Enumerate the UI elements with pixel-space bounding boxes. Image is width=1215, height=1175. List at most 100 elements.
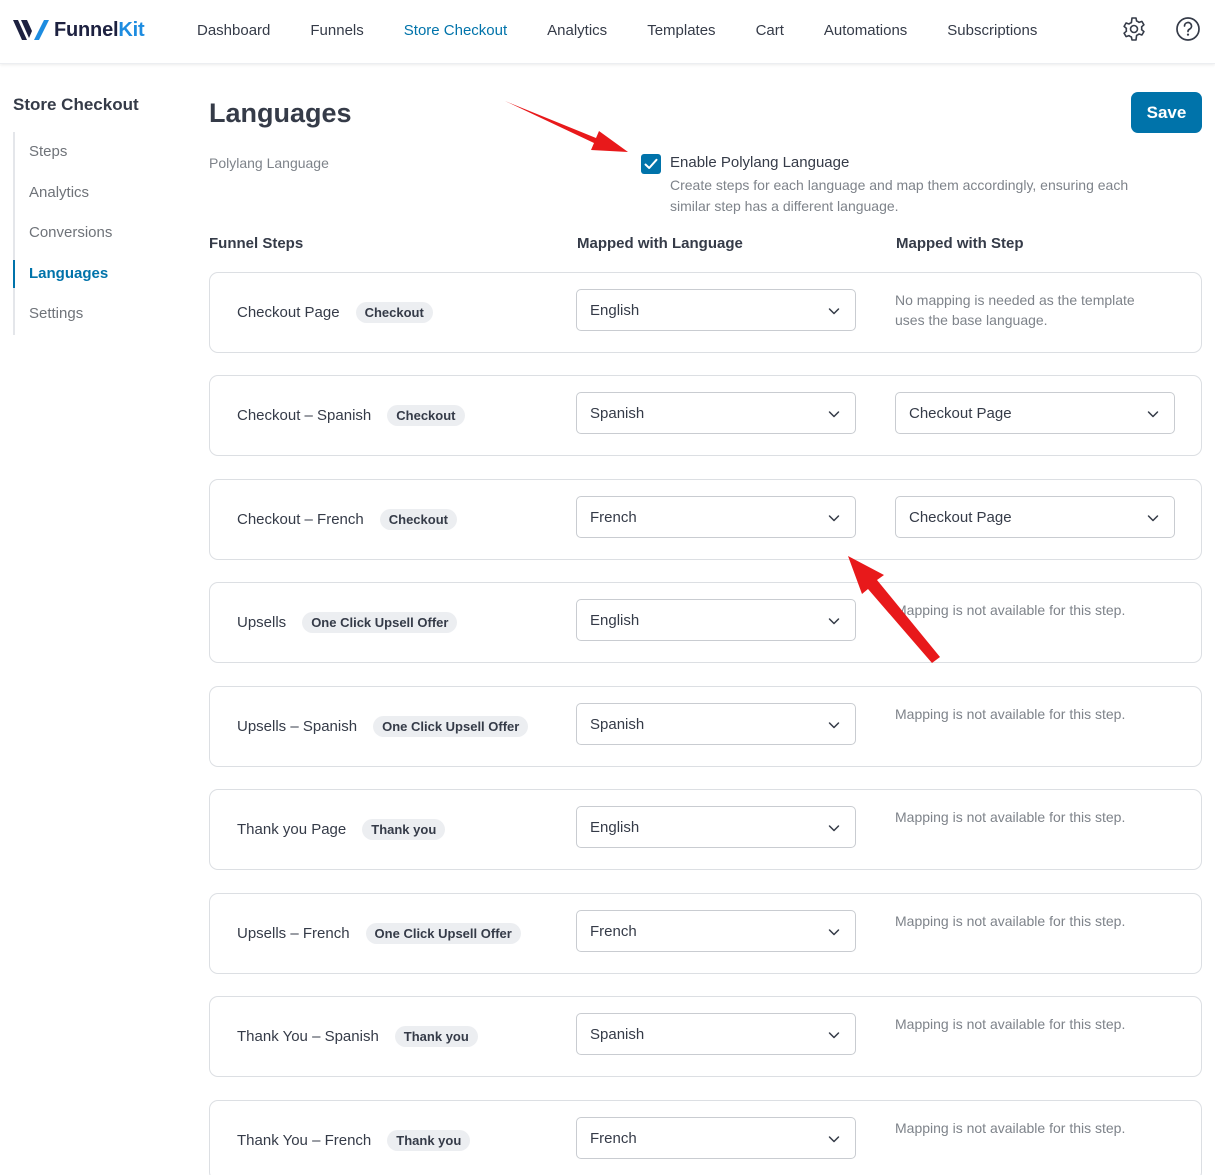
step-name: Checkout Page	[237, 304, 340, 321]
step-type-badge: Checkout	[379, 509, 457, 530]
table-row: Upsells – French One Click Upsell Offer Fr…	[209, 893, 1202, 974]
mapping-note: Mapping is not available for this step.	[895, 809, 1126, 825]
step-name: Upsells	[237, 614, 287, 631]
chevron-down-icon	[828, 308, 840, 315]
language-select[interactable]: Spanish	[576, 1013, 856, 1055]
chevron-down-icon	[828, 722, 840, 729]
step-name-cell: Checkout – French Checkout	[237, 480, 457, 559]
language-select[interactable]: French	[576, 496, 856, 538]
logo-text-kit: Kit	[118, 18, 145, 41]
language-select[interactable]: French	[576, 1117, 856, 1159]
step-name: Upsells – French	[237, 925, 350, 942]
mapping-note: Mapping is not available for this step.	[895, 913, 1126, 929]
step-name: Thank You – French	[237, 1132, 372, 1149]
sidebar-item-languages[interactable]: Languages	[12, 254, 112, 295]
table-row: Thank You – Spanish Thank you Spanish Mappi…	[209, 996, 1202, 1077]
mapping-note: No mapping is needed as the template use…	[895, 292, 1135, 328]
chevron-down-icon	[1147, 411, 1159, 418]
step-type-badge: Thank you	[387, 1130, 471, 1151]
table-row: Thank you Page Thank you English Mapping is…	[209, 789, 1202, 870]
language-select-value: French	[590, 922, 637, 940]
sidebar-title: Store Checkout	[13, 95, 139, 114]
chevron-down-icon	[828, 411, 840, 418]
step-type-badge: Checkout	[387, 405, 465, 426]
sidebar-item-steps[interactable]: Steps	[15, 132, 112, 173]
language-select-value: Spanish	[590, 1025, 645, 1043]
mapping-note: Mapping is not available for this step.	[895, 1120, 1126, 1136]
chevron-down-icon	[1147, 515, 1159, 522]
language-select[interactable]: Spanish	[576, 703, 856, 745]
language-select[interactable]: French	[576, 910, 856, 952]
nav-analytics[interactable]: Analytics	[527, 22, 627, 39]
step-name: Checkout – Spanish	[237, 407, 372, 424]
mapped-step-value: Checkout Page	[909, 508, 1012, 526]
step-name-cell: Checkout – Spanish Checkout	[237, 376, 465, 455]
funnelkit-logo[interactable]: FunnelKit	[12, 14, 145, 46]
table-row: Checkout Page Checkout English No mapping i…	[209, 272, 1202, 353]
language-select-value: English	[590, 611, 640, 629]
nav-dashboard[interactable]: Dashboard	[177, 22, 290, 39]
step-name-cell: Upsells – Spanish One Click Upsell Offer	[237, 687, 529, 766]
step-name: Upsells – Spanish	[237, 718, 358, 735]
language-select-value: English	[590, 818, 640, 836]
checkmark-icon	[644, 158, 658, 169]
mapped-step-select[interactable]: Checkout Page	[895, 496, 1175, 538]
table-row: Upsells One Click Upsell Offer English Mapp…	[209, 582, 1202, 663]
sidebar-item-settings[interactable]: Settings	[15, 294, 112, 335]
language-select[interactable]: English	[576, 599, 856, 641]
language-select[interactable]: Spanish	[576, 392, 856, 434]
top-navigation-bar: FunnelKit Dashboard Funnels Store Checko…	[0, 0, 1215, 64]
column-header-mapped-step: Mapped with Step	[896, 235, 1024, 252]
step-type-badge: One Click Upsell Offer	[373, 716, 529, 737]
language-select-value: English	[590, 301, 640, 319]
polylang-section-label: Polylang Language	[209, 155, 329, 171]
enable-polylang-checkbox[interactable]	[641, 154, 661, 174]
language-select-value: French	[590, 508, 637, 526]
logo-wordmark: FunnelKit	[54, 18, 145, 42]
step-name-cell: Upsells One Click Upsell Offer	[237, 583, 458, 662]
nav-automations[interactable]: Automations	[804, 22, 927, 39]
step-name-cell: Thank You – Spanish Thank you	[237, 997, 478, 1076]
step-type-badge: Thank you	[362, 819, 446, 840]
help-icon[interactable]	[1175, 16, 1201, 42]
table-row: Thank You – French Thank you French Mapping…	[209, 1100, 1202, 1175]
step-type-badge: Thank you	[394, 1026, 478, 1047]
gear-icon[interactable]	[1121, 16, 1147, 42]
language-select-value: Spanish	[590, 715, 645, 733]
page-title: Languages	[209, 98, 352, 128]
step-name-cell: Upsells – French One Click Upsell Offer	[237, 894, 521, 973]
nav-subscriptions[interactable]: Subscriptions	[927, 22, 1057, 39]
table-row: Checkout – Spanish Checkout Spanish Checkou…	[209, 375, 1202, 456]
save-button[interactable]: Save	[1131, 92, 1202, 133]
chevron-down-icon	[828, 825, 840, 832]
chevron-down-icon	[828, 929, 840, 936]
step-name-cell: Checkout Page Checkout	[237, 273, 433, 352]
main-nav: Dashboard Funnels Store Checkout Analyti…	[177, 0, 1057, 60]
language-select-value: French	[590, 1129, 637, 1147]
mapping-note: Mapping is not available for this step.	[895, 706, 1126, 722]
nav-cart[interactable]: Cart	[736, 22, 804, 39]
chevron-down-icon	[828, 1032, 840, 1039]
step-name: Thank You – Spanish	[237, 1028, 379, 1045]
nav-funnels[interactable]: Funnels	[290, 22, 383, 39]
logo-text-funnel: Funnel	[54, 18, 119, 41]
nav-store-checkout[interactable]: Store Checkout	[384, 22, 527, 39]
chevron-down-icon	[828, 618, 840, 625]
sidebar-item-analytics[interactable]: Analytics	[15, 173, 112, 214]
nav-templates[interactable]: Templates	[627, 22, 735, 39]
sidebar-item-conversions[interactable]: Conversions	[15, 213, 112, 254]
column-header-mapped-language: Mapped with Language	[577, 235, 743, 252]
step-name-cell: Thank You – French Thank you	[237, 1101, 471, 1175]
mapped-step-select[interactable]: Checkout Page	[895, 392, 1175, 434]
step-name-cell: Thank you Page Thank you	[237, 790, 446, 869]
enable-polylang-label[interactable]: Enable Polylang Language	[670, 154, 849, 171]
language-select[interactable]: English	[576, 806, 856, 848]
chevron-down-icon	[828, 515, 840, 522]
annotation-arrow-checkbox	[505, 101, 628, 152]
step-type-badge: One Click Upsell Offer	[302, 612, 458, 633]
step-name: Checkout – French	[237, 511, 364, 528]
language-select[interactable]: English	[576, 289, 856, 331]
chevron-down-icon	[828, 1136, 840, 1143]
mapping-note: Mapping is not available for this step.	[895, 602, 1126, 618]
column-header-funnel-steps: Funnel Steps	[209, 235, 304, 252]
